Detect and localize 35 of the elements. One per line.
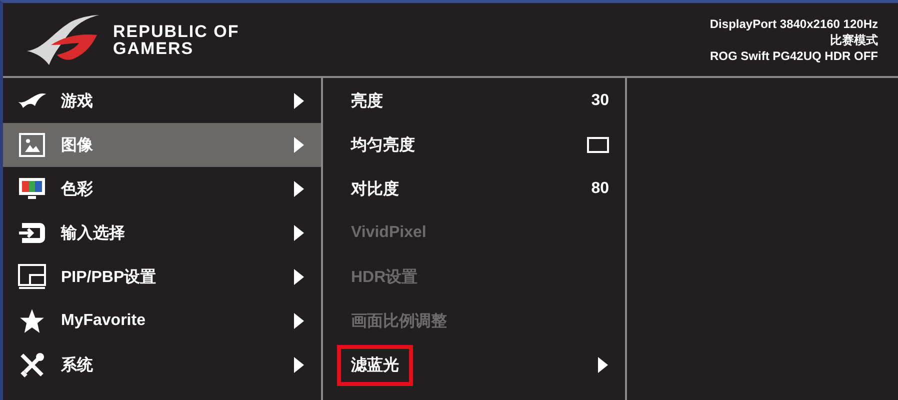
menu-item[interactable]: 输入选择 (3, 211, 321, 255)
arrow-icon (293, 136, 305, 154)
arrow-icon (293, 356, 305, 374)
submenu-item[interactable]: 均匀亮度 (323, 123, 625, 167)
menu-item[interactable]: MyFavorite (3, 299, 321, 343)
value-text: 80 (591, 180, 609, 198)
status-text: ROG Swift PG42UQ HDR OFF (710, 48, 878, 64)
highlight-frame: 滤蓝光 (337, 344, 413, 386)
brand-text: GAMERS (113, 40, 195, 56)
menu-item[interactable]: 游戏 (3, 79, 321, 123)
submenu-item[interactable]: 亮度 30 (323, 79, 625, 123)
arrow-icon (597, 356, 609, 374)
input-icon (18, 222, 46, 244)
arrow-icon (293, 224, 305, 242)
pip-icon (18, 264, 46, 290)
tools-icon (19, 352, 45, 378)
monitor-icon (18, 177, 46, 201)
checkbox[interactable] (587, 137, 609, 153)
menu-item[interactable]: 系统 (3, 343, 321, 387)
arrow-icon (293, 312, 305, 330)
status-text: DisplayPort 3840x2160 120Hz (710, 16, 878, 32)
brand-text: REPUBLIC OF (113, 22, 240, 40)
image-icon (19, 133, 45, 157)
arrow-icon (293, 92, 305, 110)
arrow-icon (293, 180, 305, 198)
menu-item[interactable]: 色彩 (3, 167, 321, 211)
status-text: 比赛模式 (830, 32, 878, 48)
submenu-item[interactable]: 对比度 80 (323, 167, 625, 211)
star-icon (19, 308, 45, 334)
submenu-item[interactable]: 滤蓝光 (323, 343, 625, 387)
menu-item[interactable]: PIP/PBP设置 (3, 255, 321, 299)
arrow-icon (293, 268, 305, 286)
logo-icon (17, 92, 47, 110)
value-text: 30 (591, 92, 609, 110)
menu-item[interactable]: 图像 (3, 123, 321, 167)
